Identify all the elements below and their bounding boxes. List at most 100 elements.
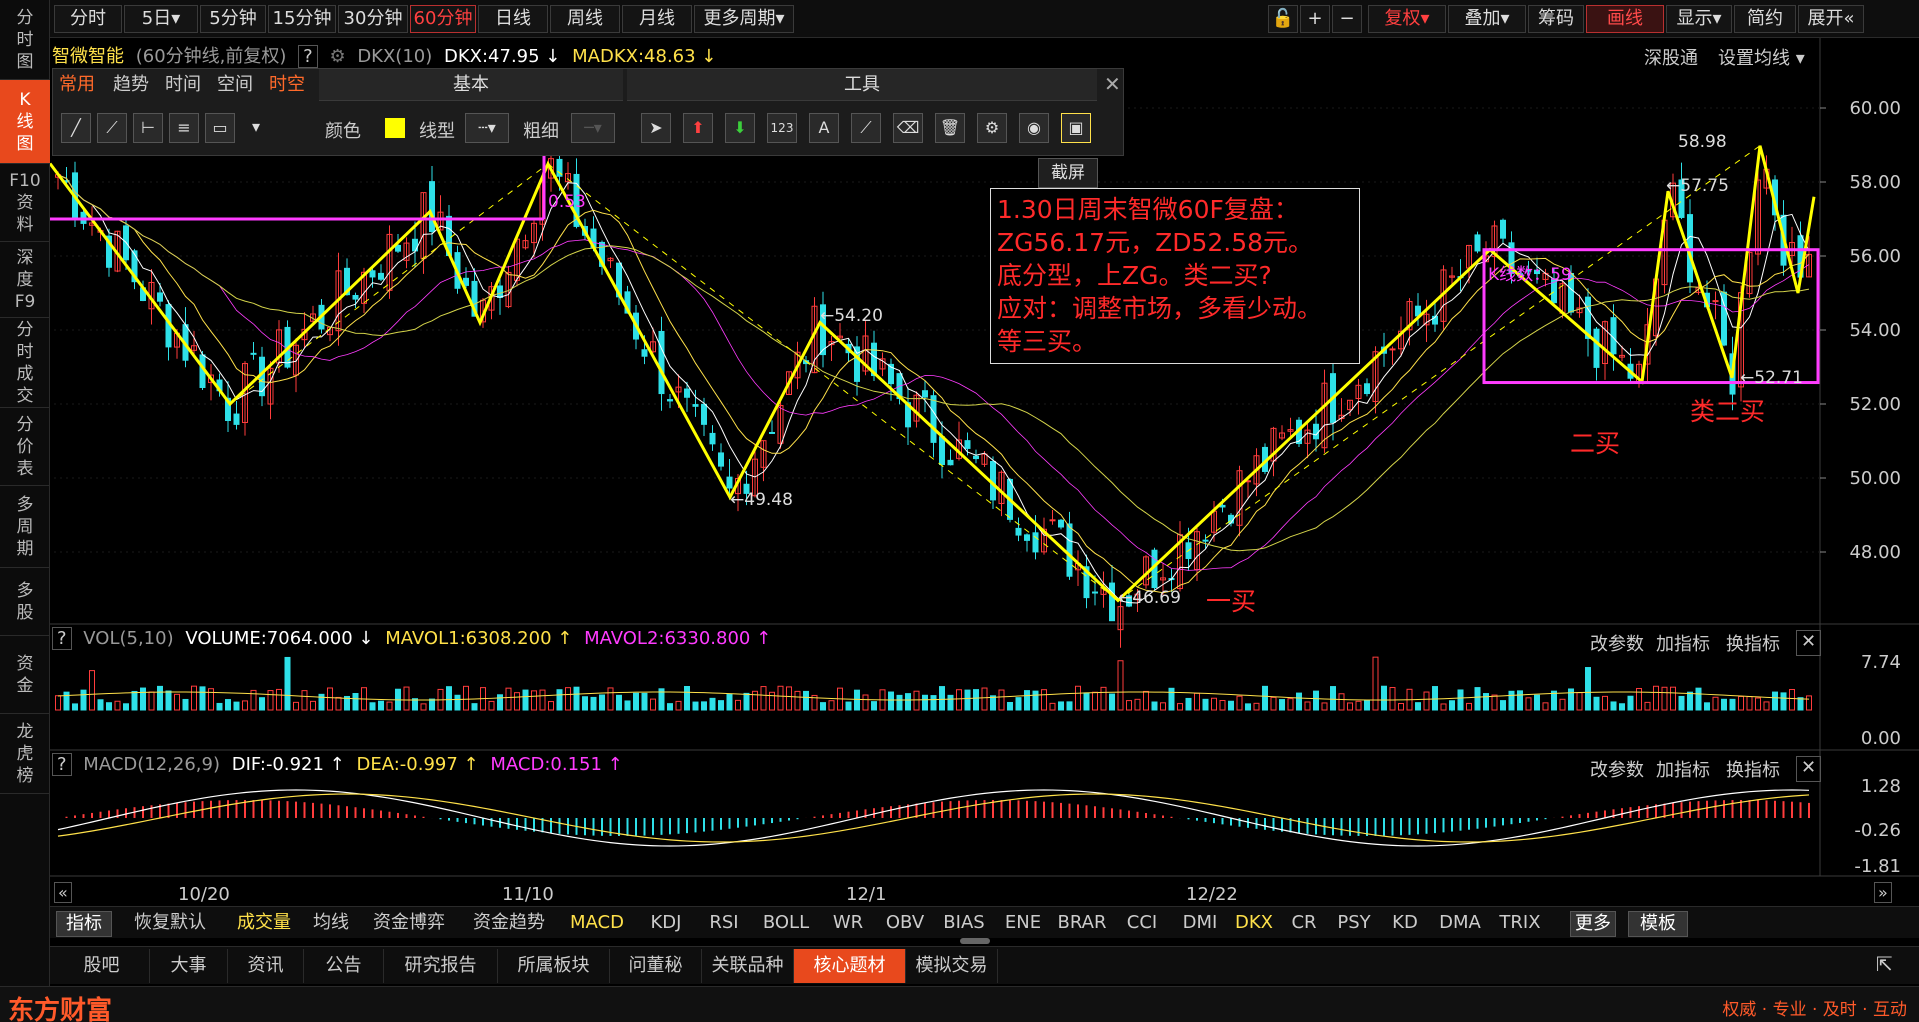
vol-switch-indicator[interactable]: 换指标	[1726, 630, 1780, 656]
sidebar-item-5[interactable]: 分 价 表	[0, 408, 50, 486]
settings-icon[interactable]: ⚙	[977, 113, 1007, 143]
bottom-tab-8[interactable]: 核心题材	[794, 949, 906, 983]
indicator-tab-3[interactable]: 均线	[306, 911, 356, 937]
period-button-9[interactable]: 更多周期▾	[694, 5, 794, 33]
indicator-tab-7[interactable]: KDJ	[640, 911, 692, 937]
bottom-tab-0[interactable]: 股吧	[54, 949, 150, 983]
sidebar-item-1[interactable]: K 线 图	[0, 80, 50, 164]
macd-switch-indicator[interactable]: 换指标	[1726, 756, 1780, 782]
bottom-tab-2[interactable]: 资讯	[228, 949, 304, 983]
sidebar-item-6[interactable]: 多 周 期	[0, 486, 50, 568]
scroll-right-icon[interactable]: »	[1874, 882, 1892, 903]
eye-icon[interactable]: ◉	[1019, 113, 1049, 143]
period-button-2[interactable]: 5分钟	[200, 5, 266, 33]
line-width-select[interactable]: ─▾	[571, 113, 615, 143]
scroll-left-icon[interactable]: «	[54, 882, 72, 903]
color-swatch[interactable]	[385, 118, 405, 138]
indicator-tab-2[interactable]: 成交量	[228, 911, 300, 937]
draw-tab-spacetime[interactable]: 时空	[269, 69, 305, 101]
sidebar-item-7[interactable]: 多 股	[0, 568, 50, 636]
indicator-tab-17[interactable]: DKX	[1232, 911, 1276, 937]
text-icon[interactable]: A	[809, 113, 839, 143]
indicator-tab-16[interactable]: DMI	[1174, 911, 1226, 937]
rect-tool-icon[interactable]: ▭	[205, 113, 235, 143]
sidebar-item-3[interactable]: 深 度 F9	[0, 242, 50, 318]
expand-icon[interactable]: ⇱	[1876, 952, 1893, 976]
bottom-tab-4[interactable]: 研究报告	[384, 949, 498, 983]
indicator-tab-6[interactable]: MACD	[562, 911, 632, 937]
eraser-icon[interactable]: ⌫	[893, 113, 923, 143]
indicator-tab-22[interactable]: TRIX	[1494, 911, 1546, 937]
bottom-tab-6[interactable]: 问董秘	[610, 949, 702, 983]
period-button-7[interactable]: 周线	[550, 5, 620, 33]
zoom-out-icon[interactable]: −	[1332, 5, 1362, 33]
period-button-8[interactable]: 月线	[622, 5, 692, 33]
toolbar-right-button-6[interactable]: 展开«	[1798, 5, 1864, 33]
cursor-icon[interactable]: ➤	[641, 113, 671, 143]
indicator-tab-18[interactable]: CR	[1284, 911, 1324, 937]
trash-icon[interactable]: 🗑	[935, 113, 965, 143]
indicator-tab-24[interactable]: 模板	[1628, 911, 1688, 937]
close-icon[interactable]: ✕	[1796, 630, 1822, 656]
period-tool-icon[interactable]: ⊢	[133, 113, 163, 143]
macd-add-indicator[interactable]: 加指标	[1656, 756, 1710, 782]
bottom-tab-5[interactable]: 所属板块	[498, 949, 610, 983]
vol-change-params[interactable]: 改参数	[1590, 630, 1644, 656]
indicator-tab-19[interactable]: PSY	[1330, 911, 1378, 937]
lock-icon[interactable]: 🔓	[1268, 5, 1298, 33]
draw-tab-space[interactable]: 空间	[217, 69, 253, 101]
sidebar-item-4[interactable]: 分 时 成 交	[0, 318, 50, 408]
toolbar-right-button-3[interactable]: 画线	[1586, 5, 1664, 33]
toolbar-right-button-2[interactable]: 筹码	[1528, 5, 1584, 33]
toolbar-right-button-0[interactable]: 复权▾	[1368, 5, 1446, 33]
chevron-down-icon[interactable]: ▾	[241, 113, 271, 143]
toolbar-right-button-4[interactable]: 显示▾	[1666, 5, 1732, 33]
sidebar-item-0[interactable]: 分 时 图	[0, 0, 50, 80]
ruler-icon[interactable]: ⟋	[851, 113, 881, 143]
parallel-tool-icon[interactable]: ≡	[169, 113, 199, 143]
period-button-6[interactable]: 日线	[478, 5, 548, 33]
indicator-tab-14[interactable]: BRAR	[1054, 911, 1110, 937]
bottom-tab-7[interactable]: 关联品种	[702, 949, 794, 983]
indicator-tab-4[interactable]: 资金博弈	[362, 911, 456, 937]
help-icon[interactable]: ?	[52, 753, 72, 776]
close-icon[interactable]: ✕	[1796, 756, 1822, 782]
help-icon[interactable]: ?	[52, 627, 72, 650]
indicator-tab-8[interactable]: RSI	[698, 911, 750, 937]
close-icon[interactable]: ✕	[1104, 72, 1121, 96]
indicator-tab-12[interactable]: BIAS	[936, 911, 992, 937]
indicator-tab-1[interactable]: 恢复默认	[120, 911, 220, 937]
indicator-tab-9[interactable]: BOLL	[756, 911, 816, 937]
indicator-tab-0[interactable]: 指标	[56, 911, 112, 937]
indicator-tab-10[interactable]: WR	[822, 911, 874, 937]
vol-add-indicator[interactable]: 加指标	[1656, 630, 1710, 656]
bottom-tab-9[interactable]: 模拟交易	[906, 949, 998, 983]
sidebar-item-8[interactable]: 资 金	[0, 636, 50, 714]
period-button-4[interactable]: 30分钟	[338, 5, 408, 33]
period-button-5[interactable]: 60分钟	[410, 5, 476, 33]
indicator-tab-20[interactable]: KD	[1384, 911, 1426, 937]
bottom-tab-1[interactable]: 大事	[150, 949, 228, 983]
down-arrow-icon[interactable]: ⬇	[725, 113, 755, 143]
bottom-tab-3[interactable]: 公告	[304, 949, 384, 983]
toolbar-right-button-5[interactable]: 简约	[1734, 5, 1796, 33]
period-button-3[interactable]: 15分钟	[268, 5, 336, 33]
draw-tab-trend[interactable]: 趋势	[113, 69, 149, 101]
sidebar-item-2[interactable]: F10 资 料	[0, 164, 50, 242]
sidebar-item-9[interactable]: 龙 虎 榜	[0, 714, 50, 794]
scrollbar-handle[interactable]	[960, 938, 990, 944]
indicator-tab-15[interactable]: CCI	[1116, 911, 1168, 937]
draw-tab-time[interactable]: 时间	[165, 69, 201, 101]
indicator-tab-23[interactable]: 更多	[1570, 911, 1616, 937]
line-type-select[interactable]: ┄▾	[465, 113, 509, 143]
indicator-tab-13[interactable]: ENE	[998, 911, 1048, 937]
period-button-0[interactable]: 分时	[54, 5, 122, 33]
line-tool-icon[interactable]: ╱	[61, 113, 91, 143]
screenshot-icon[interactable]: ▣	[1061, 113, 1091, 143]
indicator-tab-11[interactable]: OBV	[880, 911, 930, 937]
macd-change-params[interactable]: 改参数	[1590, 756, 1644, 782]
zoom-in-icon[interactable]: +	[1300, 5, 1330, 33]
indicator-tab-21[interactable]: DMA	[1432, 911, 1488, 937]
period-button-1[interactable]: 5日▾	[124, 5, 198, 33]
toolbar-right-button-1[interactable]: 叠加▾	[1448, 5, 1526, 33]
